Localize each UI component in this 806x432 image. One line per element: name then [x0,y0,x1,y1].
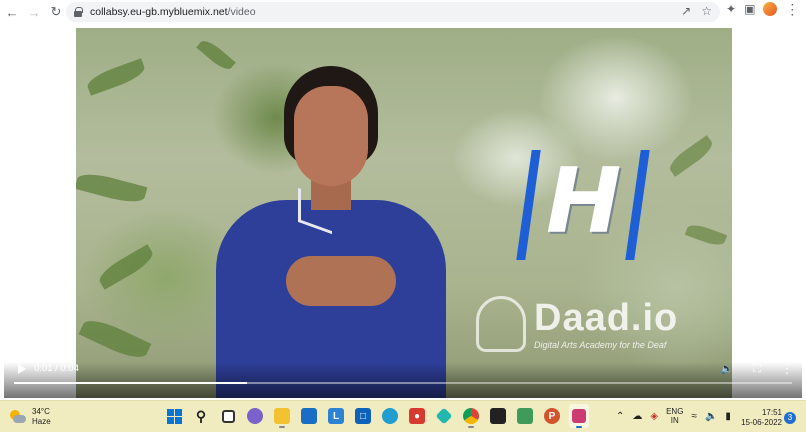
watermark-name: Daad.io [534,297,679,339]
browser-toolbar: ← → ↻ collabsy.eu-gb.mybluemix.net/video… [0,0,806,24]
search-icon: ⚲ [195,407,207,424]
more-options-icon[interactable]: ⋮ [780,362,794,376]
clock[interactable]: 17:51 15-06-2022 [740,408,782,428]
media-app-button[interactable]: ● [407,404,427,428]
progress-track[interactable] [14,382,792,384]
cube-app-icon [435,407,453,425]
chrome-button[interactable] [461,404,481,428]
foliage [665,135,717,177]
overlay-letter: H [546,149,622,254]
taskbar: 34°C Haze ⚲ L □ ● P ⌃ ☁ ◈ ENG IN ≈ 🔈 ▮ 1… [0,400,806,432]
side-panel-icon[interactable]: ▣ [744,2,755,16]
foliage [84,58,148,96]
foliage [684,221,728,249]
overlay-bar-left [516,150,541,260]
taskbar-apps: ⚲ L □ ● P [164,404,589,428]
l-app-icon: L [328,408,344,424]
arrow-right-icon: → [27,4,41,20]
progress-fill [14,382,248,384]
security-icon[interactable]: ◈ [650,411,658,422]
powerpoint-button[interactable]: P [542,404,562,428]
volume-icon[interactable]: 🔈 [720,362,734,376]
back-button[interactable]: ← [2,2,22,22]
volume-tray-icon[interactable]: 🔈 [705,411,717,422]
outlook-icon: □ [355,408,371,424]
snipping-tool-icon [572,409,586,423]
address-bar[interactable]: collabsy.eu-gb.mybluemix.net/video ↗ ☆ [66,2,720,22]
foliage [95,244,157,290]
overlay-bar-right [625,150,650,260]
file-explorer-icon [274,408,290,424]
lock-icon [74,7,83,17]
share-icon[interactable]: ↗ [681,4,691,18]
fullscreen-icon[interactable]: ⛶ [750,362,764,376]
extensions-icon[interactable]: ✦ [726,2,736,16]
watermark: Daad.io Digital Arts Academy for the Dea… [476,296,726,366]
edge-icon [382,408,398,424]
outlook-button[interactable]: □ [353,404,373,428]
file-explorer-button[interactable] [272,404,292,428]
foliage [76,169,148,207]
terminal-icon [490,408,506,424]
clock-time: 17:51 [761,408,782,417]
time-display: 0:01 / 0:04 [34,363,79,374]
reload-icon: ↻ [50,4,62,19]
url-path: /video [227,6,256,18]
language-top: ENG [666,407,684,416]
start-icon [166,408,182,424]
store-icon [301,408,317,424]
edge-button[interactable] [380,404,400,428]
powerpoint-icon: P [544,408,560,424]
language-bottom: IN [670,416,679,425]
weather-widget[interactable]: 34°C Haze [10,407,51,427]
menu-icon[interactable]: ⋮ [785,2,799,16]
sign-letter-overlay: H [516,149,650,260]
video-player[interactable]: H Daad.io Digital Arts Academy for the D… [76,28,732,398]
spreadsheet-button[interactable] [515,404,535,428]
play-button[interactable] [16,363,28,377]
chrome-icon [463,408,479,424]
weather-temp: 34°C [32,407,50,416]
weather-desc: Haze [32,417,51,426]
media-app-icon: ● [409,408,425,424]
foliage [78,314,152,364]
video-controls: 0:01 / 0:04 🔈 ⛶ ⋮ [4,362,802,398]
battery-icon[interactable]: ▮ [725,411,731,422]
task-view-icon [221,409,235,423]
star-icon[interactable]: ☆ [701,4,712,18]
watermark-logo-icon [476,296,526,352]
language-indicator[interactable]: ENG IN [666,407,683,425]
notification-badge[interactable]: 3 [784,412,796,424]
cube-app-button[interactable] [434,404,454,428]
profile-avatar[interactable] [763,2,778,16]
presenter-face [294,86,368,186]
terminal-button[interactable] [488,404,508,428]
forward-button[interactable]: → [24,2,44,22]
task-view-button[interactable] [218,404,238,428]
clock-date: 15-06-2022 [741,418,782,427]
start-button[interactable] [164,404,184,428]
snipping-tool-button[interactable] [569,404,589,428]
url-host: collabsy.eu-gb.mybluemix.net [90,6,228,18]
chevron-up-icon[interactable]: ⌃ [616,411,624,422]
watermark-tagline: Digital Arts Academy for the Deaf [534,340,667,350]
onedrive-icon[interactable]: ☁ [632,411,642,422]
spreadsheet-icon [517,408,533,424]
system-tray: ⌃ ☁ ◈ ENG IN ≈ 🔈 ▮ [616,407,731,425]
presenter [206,66,456,398]
reload-button[interactable]: ↻ [46,2,66,22]
chat-icon [247,408,263,424]
l-app-button[interactable]: L [326,404,346,428]
video-page: H Daad.io Digital Arts Academy for the D… [0,24,806,400]
search-button[interactable]: ⚲ [191,404,211,428]
presenter-hands [286,256,396,306]
chat-button[interactable] [245,404,265,428]
store-button[interactable] [299,404,319,428]
haze-weather-icon [10,410,26,424]
wifi-icon[interactable]: ≈ [691,411,697,422]
arrow-left-icon: ← [5,4,19,20]
